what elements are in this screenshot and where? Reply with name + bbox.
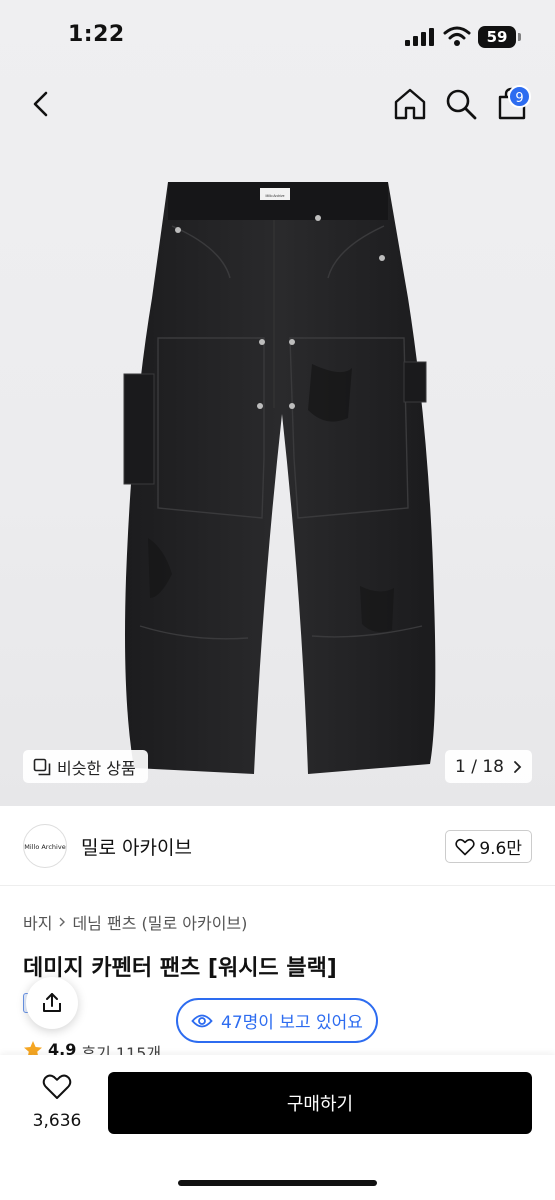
- bottom-action-bar: 3,636 구매하기: [0, 1055, 555, 1200]
- waistband-label-text: Millo Archive: [265, 194, 284, 198]
- battery-indicator: 59: [478, 26, 516, 48]
- heart-icon: [42, 1074, 72, 1099]
- product-title: 데미지 카펜터 팬츠 [워시드 블랙]: [23, 956, 337, 981]
- page-indicator-text: 1 / 18: [455, 756, 504, 777]
- chevron-right-icon: [59, 917, 66, 927]
- product-image-gallery[interactable]: 1:22 59 9 Millo Archive 비슷한 상품 1 / 18: [0, 0, 555, 806]
- chevron-left-icon[interactable]: [22, 84, 62, 124]
- cart-count-badge: 9: [508, 85, 531, 108]
- brand-row[interactable]: Millo Archive 밀로 아카이브 9.6만: [0, 806, 555, 886]
- brand-logo[interactable]: Millo Archive: [23, 824, 67, 868]
- image-page-indicator[interactable]: 1 / 18: [445, 750, 532, 783]
- buy-button[interactable]: 구매하기: [108, 1072, 532, 1134]
- home-icon[interactable]: [390, 84, 430, 124]
- battery-tip: [518, 33, 521, 41]
- breadcrumb: 바지 데님 팬츠 (밀로 아카이브): [23, 910, 247, 934]
- brand-name[interactable]: 밀로 아카이브: [81, 833, 192, 860]
- status-bar: 1:22 59: [0, 0, 555, 72]
- brand-like-button[interactable]: 9.6만: [445, 830, 532, 863]
- brand-like-count: 9.6만: [479, 839, 522, 859]
- product-photo-black-jeans: Millo Archive: [123, 182, 436, 774]
- heart-icon: [455, 838, 475, 855]
- wishlist-button[interactable]: 3,636: [24, 1073, 90, 1131]
- chevron-right-icon: [514, 760, 522, 773]
- breadcrumb-subcategory[interactable]: 데님 팬츠 (밀로 아카이브): [72, 910, 247, 934]
- eye-icon: [191, 1014, 213, 1027]
- wifi-icon: [443, 26, 471, 46]
- breadcrumb-category[interactable]: 바지: [23, 910, 52, 934]
- similar-products-label: 비슷한 상품: [57, 758, 136, 778]
- live-viewers-pill[interactable]: 47명이 보고 있어요: [176, 998, 378, 1043]
- brand-logo-text: Millo Archive: [24, 843, 66, 851]
- cellular-signal-icon: [405, 28, 434, 46]
- share-icon: [43, 993, 61, 1012]
- similar-products-button[interactable]: 비슷한 상품: [23, 750, 148, 783]
- home-indicator: [178, 1180, 377, 1186]
- share-button[interactable]: [26, 977, 78, 1029]
- search-icon[interactable]: [441, 84, 481, 124]
- wishlist-count: 3,636: [32, 1111, 82, 1131]
- live-viewers-text: 47명이 보고 있어요: [221, 1013, 363, 1033]
- status-time: 1:22: [68, 22, 125, 47]
- similar-items-icon: [33, 758, 51, 775]
